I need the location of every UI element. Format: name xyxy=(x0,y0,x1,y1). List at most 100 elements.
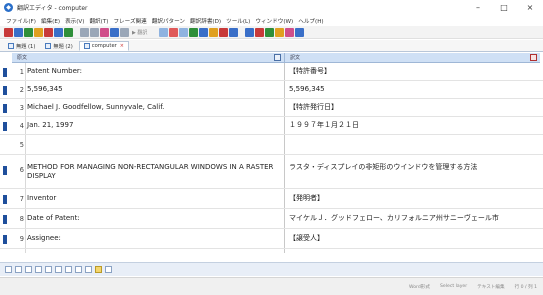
table-row[interactable]: 2 5,596,345 5,596,345 xyxy=(0,81,543,99)
table-row[interactable]: 1 Patent Number: 【特許番号】 xyxy=(0,63,543,81)
row-marker-icon xyxy=(3,86,7,95)
row-marker-icon xyxy=(3,235,7,244)
table-row[interactable]: 9 Assignee: 【譲受人】 xyxy=(0,229,543,249)
menu-tools[interactable]: ツール(L) xyxy=(226,17,250,25)
source-header-label: 原文 xyxy=(17,55,28,61)
maximize-button[interactable]: □ xyxy=(491,0,517,15)
cut-icon[interactable] xyxy=(44,27,53,37)
row-marker-icon xyxy=(3,166,7,175)
active-view-icon[interactable] xyxy=(95,266,102,273)
menu-edit[interactable]: 編集(E) xyxy=(41,17,60,25)
dictionary-icon[interactable] xyxy=(159,27,169,37)
tab-label: 無題 (2) xyxy=(53,43,73,50)
source-cell[interactable]: Michael J. Goodfellow, Sunnyvale, Calif. xyxy=(27,103,282,112)
bottom-toolbar xyxy=(0,262,543,276)
table-row[interactable]: 7 Inventor 【発明者】 xyxy=(0,189,543,209)
table-row[interactable]: 3 Michael J. Goodfellow, Sunnyvale, Cali… xyxy=(0,99,543,117)
translate-icon[interactable] xyxy=(120,27,129,37)
table-row[interactable]: 5 xyxy=(0,135,543,155)
view-4-icon[interactable] xyxy=(45,266,52,273)
app-logo-icon: ◆ xyxy=(4,3,13,12)
row-number: 7 xyxy=(19,195,24,203)
target-cell[interactable]: ラスタ・ディスプレイの非矩形のウインドウを管理する方法 xyxy=(289,163,535,172)
tab-untitled-1[interactable]: 無題 (1) xyxy=(4,41,39,51)
layout-icon[interactable] xyxy=(199,27,209,37)
menu-translate[interactable]: 翻訳(T) xyxy=(89,17,108,25)
tab-untitled-2[interactable]: 無題 (2) xyxy=(41,41,76,51)
target-cell[interactable]: 【譲受人】 xyxy=(289,234,535,243)
check-icon[interactable] xyxy=(189,27,199,37)
undo-icon[interactable] xyxy=(80,27,89,37)
menu-dictionary[interactable]: 翻訳辞書(D) xyxy=(190,17,221,25)
target-cell[interactable]: マイケルＪ．グッドフェロー、カリフォルニア州サニーヴェール市 xyxy=(289,214,535,223)
pane-options-icon[interactable] xyxy=(274,54,281,61)
view-both-icon[interactable] xyxy=(265,27,275,37)
grid-icon[interactable] xyxy=(229,27,239,37)
bookmark-icon[interactable] xyxy=(169,27,179,37)
pane-close-icon[interactable] xyxy=(530,54,537,61)
source-cell[interactable]: Jan. 21, 1997 xyxy=(27,121,282,130)
menu-bar: ファイル(F) 編集(E) 表示(V) 翻訳(T) フレーズ関連 翻訳パターン … xyxy=(0,15,543,26)
title-bar: ◆ 翻訳エディタ - computer – □ × xyxy=(0,0,543,15)
redo-icon[interactable] xyxy=(90,27,99,37)
view-3-icon[interactable] xyxy=(35,266,42,273)
replace-icon[interactable] xyxy=(110,27,119,37)
new-document-icon[interactable] xyxy=(4,27,13,37)
view-5-icon[interactable] xyxy=(55,266,62,273)
view-8-icon[interactable] xyxy=(85,266,92,273)
translate-label[interactable]: ▶ 翻訳 xyxy=(132,29,147,36)
target-cell[interactable]: 5,596,345 xyxy=(289,85,535,94)
table-row[interactable]: 6 METHOD FOR MANAGING NON-RECTANGULAR WI… xyxy=(0,155,543,189)
source-cell[interactable]: Inventor xyxy=(27,194,282,203)
view-7-icon[interactable] xyxy=(75,266,82,273)
view-2-icon[interactable] xyxy=(25,266,32,273)
tab-computer[interactable]: computer × xyxy=(78,41,129,51)
source-cell[interactable]: Assignee: xyxy=(27,234,282,243)
status-mode: Word形式 xyxy=(408,284,430,290)
tab-label: 無題 (1) xyxy=(16,43,36,50)
table-row[interactable]: 4 Jan. 21, 1997 １９９７年１月２１日 xyxy=(0,117,543,135)
view-target-icon[interactable] xyxy=(255,27,265,37)
print-icon[interactable] xyxy=(34,27,43,37)
source-cell[interactable]: Patent Number: xyxy=(27,67,282,76)
view-zoom-icon[interactable] xyxy=(295,27,305,37)
menu-help[interactable]: ヘルプ(H) xyxy=(298,17,323,25)
save-icon[interactable] xyxy=(24,27,33,37)
menu-file[interactable]: ファイル(F) xyxy=(6,17,36,25)
row-number: 2 xyxy=(19,86,24,94)
table-row[interactable]: 8 Date of Patent: マイケルＪ．グッドフェロー、カリフォルニア州… xyxy=(0,209,543,229)
close-button[interactable]: × xyxy=(517,0,543,15)
open-folder-icon[interactable] xyxy=(14,27,23,37)
source-cell[interactable]: Date of Patent: xyxy=(27,214,282,223)
target-cell[interactable]: 【特許番号】 xyxy=(289,67,535,76)
find-icon[interactable] xyxy=(100,27,109,37)
menu-pattern[interactable]: 翻訳パターン xyxy=(152,17,185,25)
stop-icon[interactable] xyxy=(219,27,229,37)
target-cell[interactable]: １９９７年１月２１日 xyxy=(289,121,535,130)
target-cell[interactable]: 【発明者】 xyxy=(289,194,535,203)
paste-icon[interactable] xyxy=(64,27,73,37)
view-source-icon[interactable] xyxy=(245,27,255,37)
view-split-icon[interactable] xyxy=(275,27,285,37)
menu-window[interactable]: ウィンドウ(W) xyxy=(255,17,293,25)
source-cell[interactable]: METHOD FOR MANAGING NON-RECTANGULAR WIND… xyxy=(27,163,282,181)
menu-view[interactable]: 表示(V) xyxy=(65,17,84,25)
settings-icon[interactable] xyxy=(179,27,189,37)
menu-phrase[interactable]: フレーズ関連 xyxy=(113,17,146,25)
target-header-label: 訳文 xyxy=(290,55,301,61)
row-number: 6 xyxy=(19,166,24,174)
row-marker-icon xyxy=(3,195,7,204)
copy-icon[interactable] xyxy=(54,27,63,37)
close-tab-icon[interactable]: × xyxy=(120,43,124,49)
view-1-icon[interactable] xyxy=(15,266,22,273)
row-number: 8 xyxy=(19,215,24,223)
view-list-icon[interactable] xyxy=(285,27,295,37)
source-cell[interactable]: 5,596,345 xyxy=(27,85,282,94)
view-6-icon[interactable] xyxy=(65,266,72,273)
highlight-icon[interactable] xyxy=(209,27,219,37)
row-marker-icon xyxy=(3,104,7,113)
home-icon[interactable] xyxy=(5,266,12,273)
minimize-button[interactable]: – xyxy=(465,0,491,15)
target-cell[interactable]: 【特許発行日】 xyxy=(289,103,535,112)
view-9-icon[interactable] xyxy=(105,266,112,273)
